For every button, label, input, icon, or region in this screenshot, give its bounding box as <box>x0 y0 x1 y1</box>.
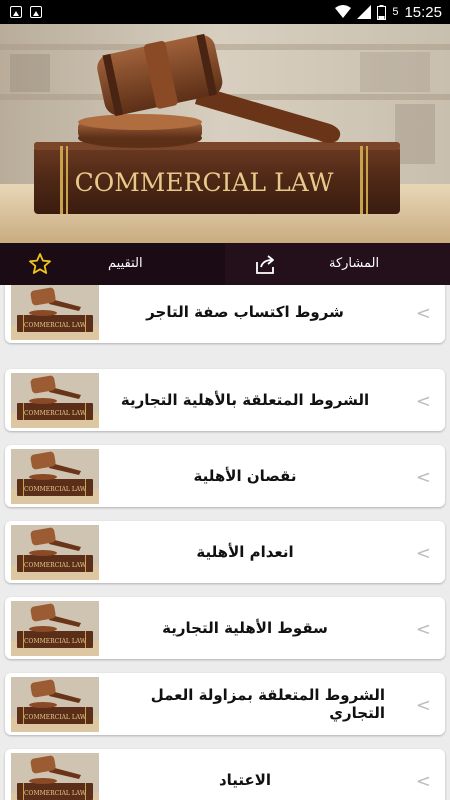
star-icon <box>29 253 51 274</box>
list-item[interactable]: شروط اكتساب صفة التاجر < <box>5 285 445 343</box>
item-thumbnail <box>11 373 99 428</box>
item-thumbnail <box>11 753 99 800</box>
status-bar: 5 15:25 <box>0 0 450 24</box>
share-button[interactable]: المشاركة <box>225 243 450 285</box>
list-item[interactable]: الاعتياد < <box>5 749 445 800</box>
chevron-left-icon: < <box>415 619 431 640</box>
clock: 15:25 <box>404 3 442 21</box>
item-title: الشروط المتعلقة بمزاولة العمل التجاري <box>150 686 385 722</box>
share-label: المشاركة <box>329 256 380 271</box>
rate-button[interactable]: التقييم <box>0 243 225 285</box>
item-thumbnail <box>11 285 99 340</box>
list-item[interactable]: نقصان الأهلية < <box>5 445 445 507</box>
item-thumbnail <box>11 601 99 656</box>
chevron-left-icon: < <box>415 467 431 488</box>
share-icon <box>256 255 274 274</box>
list-item[interactable]: انعدام الأهلية < <box>5 521 445 583</box>
item-thumbnail <box>11 677 99 732</box>
topic-list: شروط اكتساب صفة التاجر < الشروط المتعلقة… <box>0 285 450 800</box>
chevron-left-icon: < <box>415 391 431 412</box>
list-item[interactable]: الشروط المتعلقة بالأهلية التجارية < <box>5 369 445 431</box>
item-title: انعدام الأهلية <box>196 543 294 561</box>
book-title: COMMERCIAL LAW <box>75 168 334 197</box>
rate-label: التقييم <box>108 256 143 271</box>
chevron-left-icon: < <box>415 695 431 716</box>
item-title: نقصان الأهلية <box>193 467 297 485</box>
image-notification-icon <box>30 6 42 18</box>
image-notification-icon <box>10 6 22 18</box>
item-title: الشروط المتعلقة بالأهلية التجارية <box>120 391 370 409</box>
item-title: شروط اكتساب صفة التاجر <box>146 303 344 321</box>
notification-icons <box>0 6 42 18</box>
list-item[interactable]: سقوط الأهلية التجارية < <box>5 597 445 659</box>
action-bar: التقييم المشاركة <box>0 243 450 285</box>
wifi-icon <box>335 5 352 18</box>
item-thumbnail <box>11 449 99 504</box>
chevron-left-icon: < <box>415 543 431 564</box>
chevron-left-icon: < <box>415 771 431 792</box>
battery-level: 5 <box>392 6 399 18</box>
chevron-left-icon: < <box>415 303 431 324</box>
signal-icon <box>357 5 372 19</box>
item-thumbnail <box>11 525 99 580</box>
banner-image: COMMERCIAL LAW <box>0 24 450 243</box>
item-title: الاعتياد <box>218 771 272 789</box>
item-title: سقوط الأهلية التجارية <box>162 619 328 637</box>
list-item[interactable]: الشروط المتعلقة بمزاولة العمل التجاري < <box>5 673 445 735</box>
battery-icon <box>377 4 387 20</box>
